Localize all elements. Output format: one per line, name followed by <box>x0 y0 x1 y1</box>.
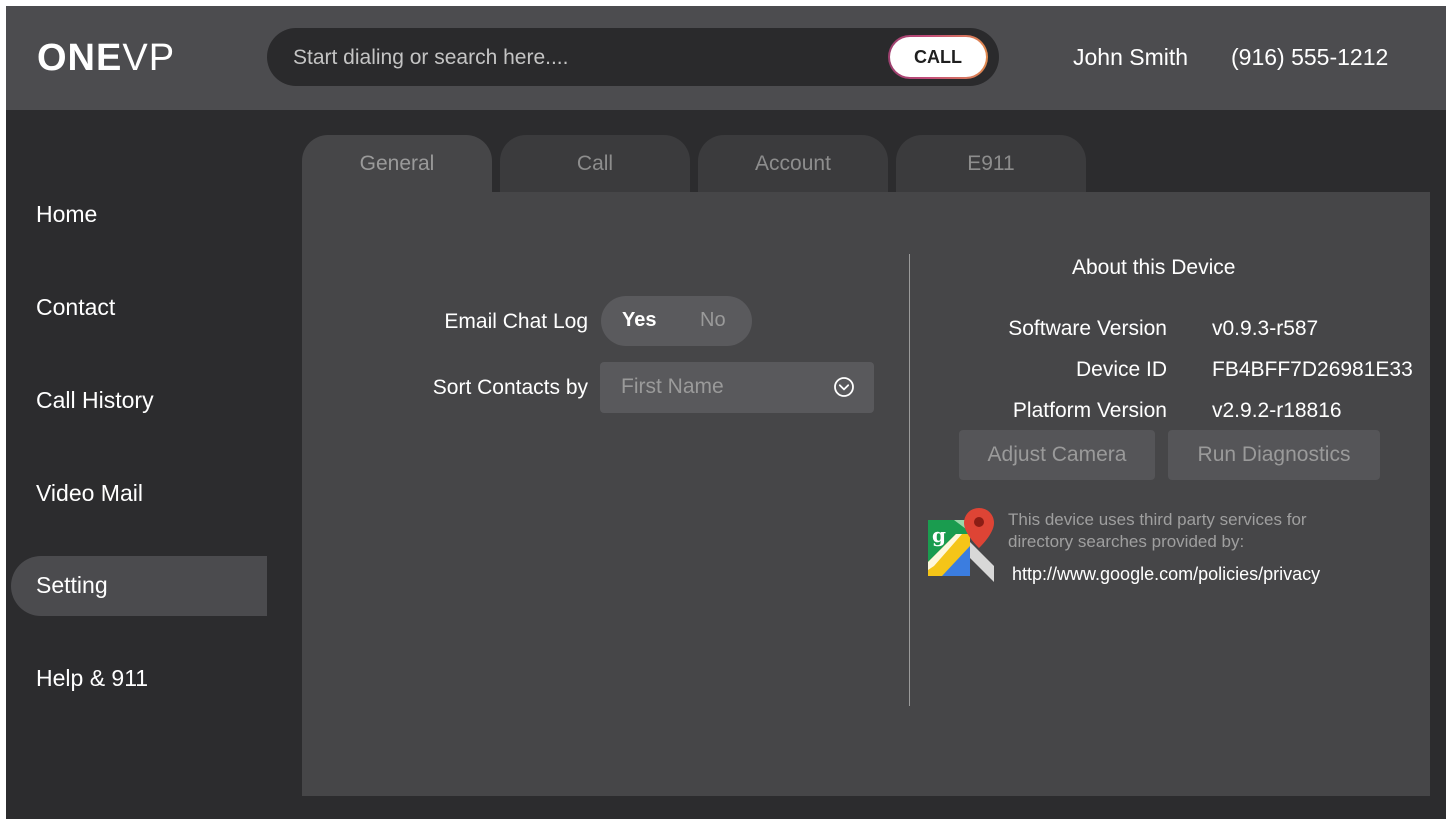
sidebar-item-label: Call History <box>36 387 154 413</box>
sidebar-item-video-mail[interactable]: Video Mail <box>6 464 267 524</box>
third-party-notice-line1: This device uses third party services fo… <box>1008 510 1307 529</box>
run-diagnostics-button[interactable]: Run Diagnostics <box>1168 430 1380 480</box>
app-window: ONEVP CALL John Smith (916) 555-1212 Hom… <box>6 6 1446 819</box>
tab-general[interactable]: General <box>302 135 492 192</box>
sidebar-item-setting[interactable]: Setting <box>11 556 267 616</box>
user-phone-number: (916) 555-1212 <box>1231 44 1389 70</box>
toggle-no-option[interactable]: No <box>700 309 726 332</box>
sidebar-item-call-history[interactable]: Call History <box>6 371 267 431</box>
email-chat-log-toggle[interactable]: Yes No <box>601 296 752 346</box>
sidebar-item-label: Help & 911 <box>36 665 149 691</box>
sidebar-item-label: Setting <box>36 572 108 598</box>
third-party-notice-line2: directory searches provided by: <box>1008 532 1245 551</box>
sidebar-item-label: Home <box>36 201 98 227</box>
tab-account[interactable]: Account <box>698 135 888 192</box>
adjust-camera-button[interactable]: Adjust Camera <box>959 430 1155 480</box>
sort-contacts-value: First Name <box>621 375 724 398</box>
logo-bold-text: ONE <box>37 37 123 79</box>
call-button[interactable]: CALL <box>888 35 988 79</box>
dial-search-bar: CALL <box>267 28 999 88</box>
dial-search-input[interactable] <box>291 28 875 88</box>
software-version-label: Software Version <box>1008 317 1167 340</box>
sort-contacts-select[interactable]: First Name <box>600 362 874 413</box>
software-version-value: v0.9.3-r587 <box>1212 317 1319 340</box>
google-maps-icon: g <box>928 508 994 582</box>
tab-e911[interactable]: E911 <box>896 135 1086 192</box>
settings-panel: Email Chat Log Yes No Sort Contacts by F… <box>302 192 1430 796</box>
user-name: John Smith <box>1073 44 1189 70</box>
onevp-logo: ONEVP <box>37 36 175 80</box>
tab-call[interactable]: Call <box>500 135 690 192</box>
toggle-yes-option[interactable]: Yes <box>622 309 656 332</box>
sort-contacts-label: Sort Contacts by <box>432 376 588 399</box>
header-bar: ONEVP CALL John Smith (916) 555-1212 <box>6 6 1446 110</box>
sidebar-item-label: Video Mail <box>36 480 143 506</box>
email-chat-log-label: Email Chat Log <box>444 310 588 333</box>
sidebar-item-help-911[interactable]: Help & 911 <box>6 649 267 709</box>
logo-thin-text: VP <box>122 37 176 79</box>
chevron-down-icon <box>834 377 854 397</box>
platform-version-value: v2.9.2-r18816 <box>1212 399 1342 422</box>
privacy-policy-link[interactable]: http://www.google.com/policies/privacy <box>1012 564 1320 585</box>
call-button-label: CALL <box>890 37 986 77</box>
about-device-title: About this Device <box>1072 256 1236 279</box>
sidebar-item-label: Contact <box>36 294 116 320</box>
svg-text:g: g <box>932 523 946 547</box>
sidebar-item-home[interactable]: Home <box>6 185 267 245</box>
platform-version-label: Platform Version <box>1012 399 1167 422</box>
sidebar-item-contact[interactable]: Contact <box>6 278 267 338</box>
device-id-value: FB4BFF7D26981E33 <box>1212 358 1413 381</box>
sidebar-nav: Home Contact Call History Video Mail Set… <box>6 110 267 819</box>
device-id-label: Device ID <box>1075 358 1167 381</box>
